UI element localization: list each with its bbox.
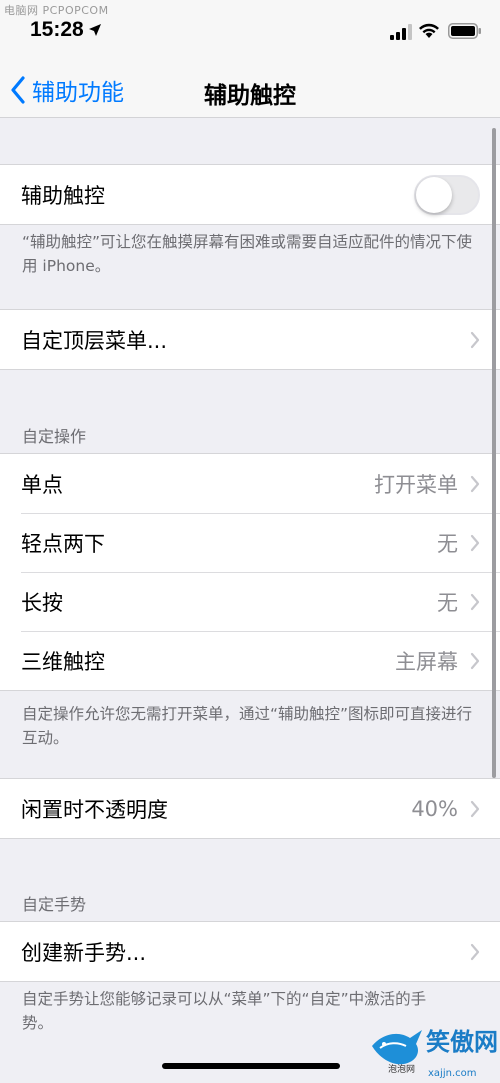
idle-opacity-label: 闲置时不透明度: [21, 797, 168, 822]
svg-text:笑傲网: 笑傲网: [426, 1028, 498, 1056]
chevron-right-icon: [470, 475, 480, 492]
wifi-icon: [419, 23, 439, 38]
action-row-double-tap[interactable]: 轻点两下 无: [0, 513, 500, 572]
assistive-touch-group: 辅助触控: [0, 164, 500, 225]
status-bar: 电脑网 PCPOPCOM 15:28: [0, 0, 500, 62]
status-time: 15:28: [30, 18, 84, 41]
assistive-touch-footer: “辅助触控”可让您在触摸屏幕有困难或需要自适应配件的情况下使用 iPhone。: [22, 233, 473, 275]
battery-icon: [448, 23, 481, 39]
customize-top-menu-row[interactable]: 自定顶层菜单...: [0, 310, 500, 369]
top-menu-group: 自定顶层菜单...: [0, 309, 500, 370]
location-arrow-icon: [89, 24, 101, 36]
navigation-bar: 辅助功能 辅助触控: [0, 62, 500, 118]
action-label: 轻点两下: [21, 531, 105, 556]
watermark-text: 电脑网 PCPOPCOM: [4, 4, 109, 17]
chevron-right-icon: [470, 800, 480, 817]
create-gesture-label: 创建新手势...: [21, 940, 147, 965]
chevron-right-icon: [470, 593, 480, 610]
action-value: 打开菜单: [374, 472, 458, 497]
action-label: 长按: [21, 590, 63, 615]
create-gesture-row[interactable]: 创建新手势...: [0, 922, 500, 981]
custom-actions-footer: 自定操作允许您无需打开菜单，通过“辅助触控”图标即可直接进行互动。: [22, 705, 473, 747]
custom-actions-group: 单点 打开菜单 轻点两下 无 长按 无 三维触控 主屏幕: [0, 453, 500, 691]
custom-gestures-group: 创建新手势...: [0, 921, 500, 982]
action-label: 单点: [21, 472, 63, 497]
action-row-3d-touch[interactable]: 三维触控 主屏幕: [0, 631, 500, 690]
home-indicator[interactable]: [162, 1063, 340, 1069]
chevron-right-icon: [470, 534, 480, 551]
action-row-long-press[interactable]: 长按 无: [0, 572, 500, 631]
action-value: 主屏幕: [395, 649, 458, 674]
svg-text:泡泡网: 泡泡网: [388, 1063, 415, 1075]
customize-top-menu-label: 自定顶层菜单...: [21, 328, 168, 353]
custom-gestures-header: 自定手势: [22, 895, 87, 914]
action-value: 无: [437, 590, 458, 615]
custom-actions-header: 自定操作: [22, 427, 87, 446]
chevron-right-icon: [470, 652, 480, 669]
action-row-single-tap[interactable]: 单点 打开菜单: [0, 454, 500, 513]
cellular-signal-icon: [390, 24, 412, 40]
idle-opacity-group: 闲置时不透明度 40%: [0, 778, 500, 839]
action-value: 无: [437, 531, 458, 556]
assistive-touch-label: 辅助触控: [21, 183, 105, 208]
chevron-right-icon: [470, 943, 480, 960]
assistive-touch-toggle[interactable]: [414, 174, 480, 215]
chevron-right-icon: [470, 331, 480, 348]
assistive-touch-row: 辅助触控: [0, 165, 500, 224]
scroll-indicator: [492, 128, 496, 778]
svg-text:xajjn.com: xajjn.com: [428, 1068, 476, 1079]
idle-opacity-row[interactable]: 闲置时不透明度 40%: [0, 779, 500, 838]
page-title: 辅助触控: [204, 83, 296, 109]
idle-opacity-value: 40%: [411, 796, 458, 821]
watermark-logo: 笑傲网 泡泡网 xajjn.com: [372, 1028, 498, 1079]
toggle-knob: [416, 176, 452, 213]
action-label: 三维触控: [21, 649, 105, 674]
